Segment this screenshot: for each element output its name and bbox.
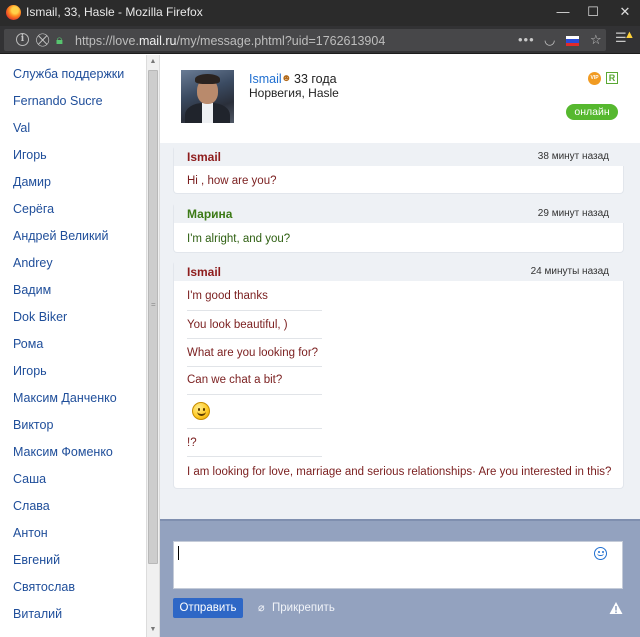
message-block: Ismail 24 минуты назад I'm good thanks Y…: [173, 261, 625, 489]
smile-emoji-icon: [192, 402, 210, 420]
navigation-toolbar: i ⛒ 🔒︎ https://love.mail.ru/my/message.p…: [0, 26, 640, 54]
contact-list: Служба поддержки Fernando Sucre Val Игорь Да…: [0, 55, 146, 637]
message-block: Марина 29 минут назад I'm alright, and y…: [173, 203, 625, 253]
message-text: You look beautiful, ): [187, 319, 288, 331]
send-button[interactable]: Отправить: [173, 598, 243, 618]
message-divider: [187, 338, 322, 339]
page-actions-icon[interactable]: •••: [518, 32, 535, 47]
message-text: I'm good thanks: [187, 290, 268, 302]
close-window-button[interactable]: ✕: [610, 0, 640, 26]
scroll-thumb[interactable]: =: [148, 70, 158, 564]
message-author[interactable]: Ismail: [187, 265, 221, 279]
window-title: Ismail, 33, Hasle - Mozilla Firefox: [26, 5, 203, 19]
profile-location: Норвегия, Hasle: [249, 86, 339, 100]
emoji-picker-icon[interactable]: [594, 547, 607, 560]
contact-list-item[interactable]: Саша: [13, 472, 46, 492]
contact-list-item[interactable]: Val: [13, 121, 30, 141]
contact-list-item[interactable]: Игорь: [13, 148, 47, 168]
maximize-button[interactable]: ☐: [578, 0, 608, 26]
message-header: Марина 29 минут назад: [174, 203, 625, 223]
message-divider: [187, 366, 322, 367]
contact-list-scrollbar[interactable]: ▲ = ▼: [146, 55, 160, 637]
url-bar[interactable]: i ⛒ 🔒︎ https://love.mail.ru/my/message.p…: [4, 29, 606, 51]
contact-list-item[interactable]: Максим Фоменко: [13, 445, 113, 465]
url-text[interactable]: https://love.mail.ru/my/message.phtml?ui…: [75, 34, 385, 48]
male-icon: ☻: [281, 73, 292, 84]
online-status-badge: онлайн: [566, 104, 618, 120]
minimize-button[interactable]: —: [548, 0, 578, 26]
contact-list-item[interactable]: Святослав: [13, 580, 75, 600]
message-author[interactable]: Марина: [187, 207, 232, 221]
message-input[interactable]: [173, 541, 623, 589]
text-caret: [178, 546, 179, 560]
message-header: Ismail 24 минуты назад: [174, 261, 625, 281]
russian-flag-icon[interactable]: [566, 36, 579, 46]
message-divider: [187, 456, 322, 457]
message-text: Can we chat a bit?: [187, 374, 283, 386]
profile-age: 33 года: [294, 72, 337, 86]
contact-list-item[interactable]: Слава: [13, 499, 50, 519]
avatar[interactable]: [181, 70, 234, 123]
report-warning-icon[interactable]: [609, 601, 623, 615]
r-badge-icon[interactable]: R: [606, 72, 618, 84]
attach-label: Прикрепить: [272, 602, 335, 614]
lock-icon[interactable]: 🔒︎: [56, 32, 63, 48]
tracking-protection-icon[interactable]: ⛒: [36, 32, 49, 48]
compose-panel: Отправить ⌀ Прикрепить: [160, 519, 640, 637]
profile-header: Ismail ☻ 33 года Норвегия, Hasle VIP R о…: [160, 55, 640, 143]
firefox-logo-icon: [6, 5, 21, 20]
message-text: I am looking for love, marriage and seri…: [187, 466, 612, 478]
contact-list-item[interactable]: Служба поддержки: [13, 67, 124, 87]
message-divider: [187, 394, 322, 395]
contact-list-item[interactable]: Рома: [13, 337, 43, 357]
message-time: 24 минуты назад: [530, 266, 609, 277]
contact-list-item[interactable]: Виктор: [13, 418, 53, 438]
update-warning-icon[interactable]: ▲: [624, 29, 635, 41]
message-text: Hi , how are you?: [187, 175, 277, 187]
message-time: 38 минут назад: [537, 151, 609, 162]
message-header: Ismail 38 минут назад: [174, 146, 625, 166]
attach-button[interactable]: ⌀ Прикрепить: [258, 601, 335, 614]
contact-list-item[interactable]: Fernando Sucre: [13, 94, 103, 114]
window-titlebar: Ismail, 33, Hasle - Mozilla Firefox — ☐ …: [0, 0, 640, 26]
vip-badge-icon[interactable]: VIP: [588, 72, 601, 85]
contact-list-item[interactable]: Игорь: [13, 364, 47, 384]
contact-list-item[interactable]: Серёга: [13, 202, 54, 222]
contact-list-item[interactable]: Антон: [13, 526, 48, 546]
bookmark-star-icon[interactable]: ☆: [590, 32, 602, 48]
message-text: I'm alright, and you?: [187, 233, 291, 245]
contact-list-item[interactable]: Вадим: [13, 283, 51, 303]
contact-list-item[interactable]: Andrey: [13, 256, 53, 276]
contact-list-item[interactable]: Виталий: [13, 607, 62, 627]
message-author[interactable]: Ismail: [187, 150, 221, 164]
pocket-icon[interactable]: ◡: [544, 32, 555, 48]
contact-list-item[interactable]: Евгений: [13, 553, 60, 573]
profile-name-link[interactable]: Ismail: [249, 72, 282, 86]
conversation-panel: Ismail ☻ 33 года Норвегия, Hasle VIP R о…: [160, 55, 640, 519]
message-block: Ismail 38 минут назад Hi , how are you?: [173, 146, 625, 194]
message-divider: [187, 428, 322, 429]
contact-list-item[interactable]: Dok Biker: [13, 310, 67, 330]
info-icon[interactable]: i: [16, 33, 29, 46]
scroll-up-arrow-icon[interactable]: ▲: [147, 55, 159, 69]
contact-list-item[interactable]: Максим Данченко: [13, 391, 117, 411]
message-text: What are you looking for?: [187, 347, 319, 359]
contact-list-item[interactable]: Дамир: [13, 175, 51, 195]
message-divider: [187, 310, 322, 311]
contact-list-item[interactable]: Андрей Великий: [13, 229, 108, 249]
paperclip-icon: ⌀: [258, 602, 265, 614]
scroll-down-arrow-icon[interactable]: ▼: [147, 623, 159, 637]
message-time: 29 минут назад: [537, 208, 609, 219]
message-text: !?: [187, 437, 197, 449]
